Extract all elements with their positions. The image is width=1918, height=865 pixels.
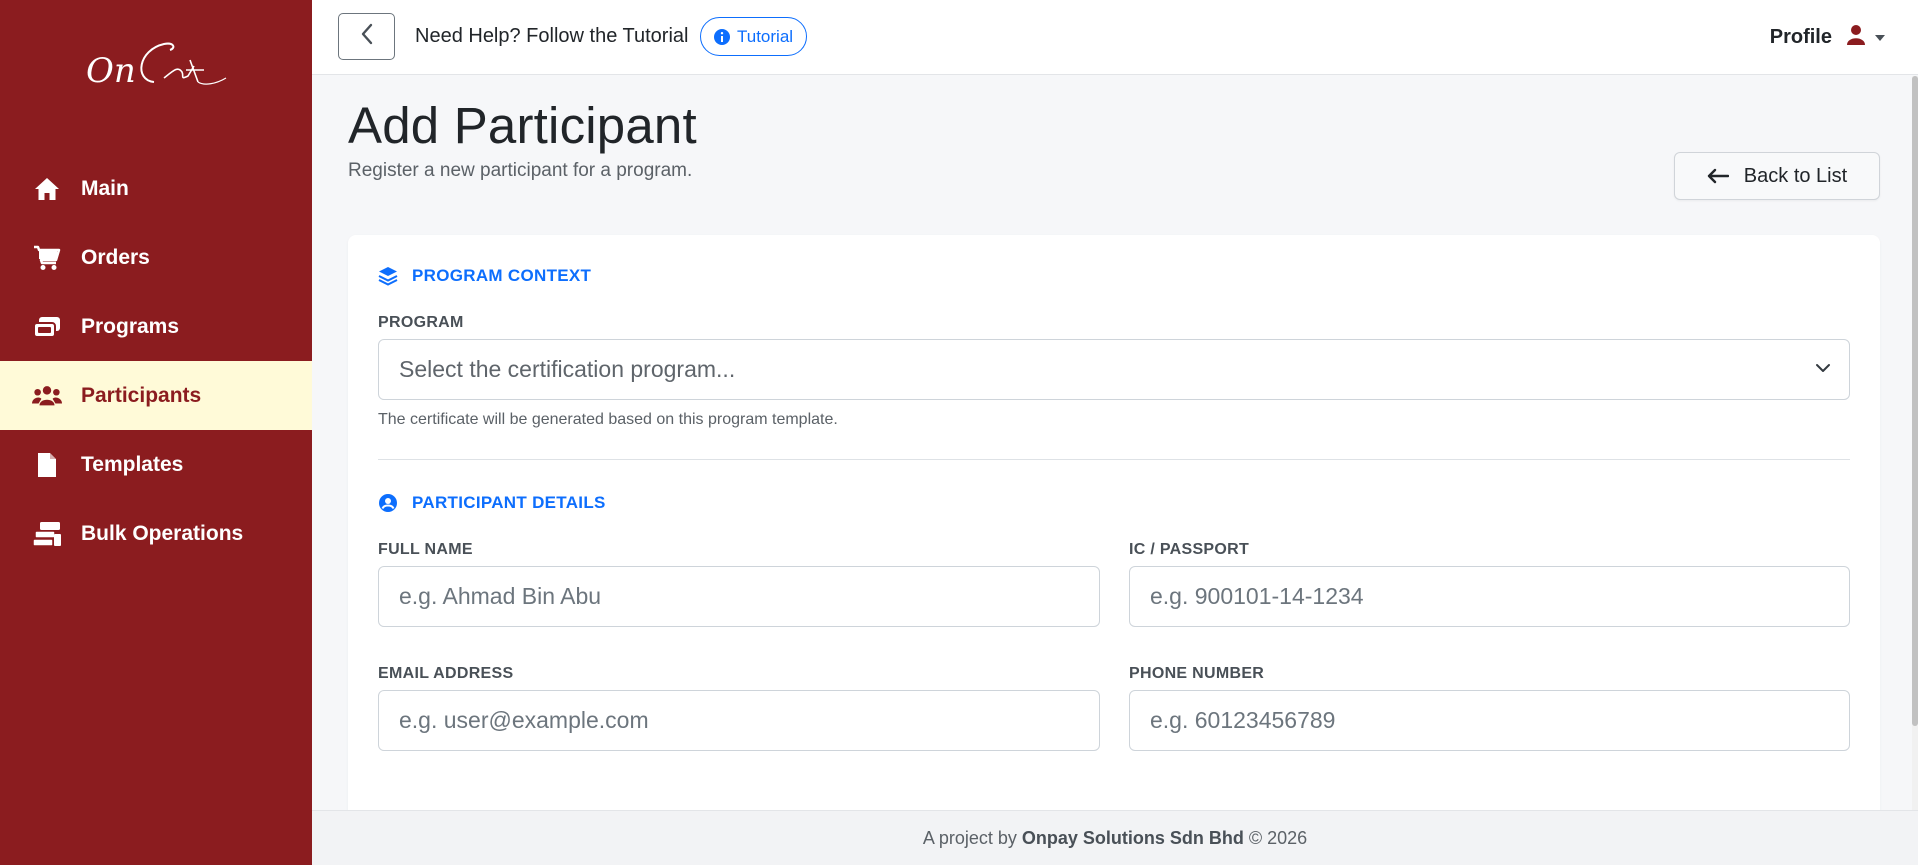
arrow-left-icon: [1707, 168, 1729, 184]
page-title: Add Participant: [348, 97, 697, 154]
participant-details-title: PARTICIPANT DETAILS: [412, 493, 606, 512]
ticket-icon: [32, 312, 62, 342]
program-context-title: PROGRAM CONTEXT: [412, 266, 592, 285]
phone-label: PHONE NUMBER: [1129, 665, 1265, 682]
sidebar-item-templates[interactable]: Templates: [0, 430, 312, 499]
program-help-text: The certificate will be generated based …: [378, 411, 838, 428]
chevron-left-icon: [360, 23, 374, 50]
top-bar: Need Help? Follow the Tutorial Tutorial …: [312, 0, 1918, 75]
tutorial-button[interactable]: Tutorial: [700, 17, 808, 56]
page-subtitle: Register a new participant for a program…: [348, 160, 693, 181]
full-name-input[interactable]: [378, 566, 1100, 627]
sidebar-item-label: Orders: [81, 245, 150, 269]
program-label: PROGRAM: [378, 314, 464, 331]
sidebar-item-orders[interactable]: Orders: [0, 223, 312, 292]
sidebar-nav: Main Orders Programs Participants Templa…: [0, 154, 312, 568]
back-to-list-label: Back to List: [1743, 164, 1848, 187]
scrollbar-thumb[interactable]: [1912, 76, 1918, 726]
sidebar-item-main[interactable]: Main: [0, 154, 312, 223]
participant-details-heading: PARTICIPANT DETAILS: [378, 493, 606, 513]
go-back-button[interactable]: [338, 13, 395, 60]
profile-label: Profile: [1769, 26, 1832, 48]
file-icon: [32, 450, 62, 480]
info-icon: [713, 28, 731, 46]
sidebar-item-label: Templates: [81, 452, 184, 476]
sidebar-item-label: Participants: [81, 383, 202, 407]
participant-form-card: PROGRAM CONTEXT PROGRAM Select the certi…: [348, 235, 1880, 835]
chevron-down-icon: [1815, 362, 1831, 374]
profile-menu[interactable]: Profile: [1770, 24, 1886, 51]
main-content: Add Participant Register a new participa…: [312, 76, 1912, 835]
user-icon: [1846, 24, 1866, 51]
caret-down-icon: [1874, 34, 1886, 42]
email-label: EMAIL ADDRESS: [378, 665, 514, 682]
back-to-list-button[interactable]: Back to List: [1674, 152, 1880, 200]
tutorial-label: Tutorial: [737, 26, 794, 46]
phone-input[interactable]: [1129, 690, 1850, 751]
section-divider: [378, 459, 1850, 460]
layers-icon: [378, 266, 398, 286]
sidebar-item-label: Main: [81, 176, 129, 200]
user-circle-icon: [378, 493, 398, 513]
svg-text:On: On: [86, 51, 136, 91]
users-icon: [32, 381, 62, 411]
email-input[interactable]: [378, 690, 1100, 751]
program-select[interactable]: Select the certification program...: [378, 339, 1850, 400]
page-scrollbar[interactable]: [1912, 76, 1918, 810]
sidebar: On Main Orders Programs Participants Tem…: [0, 0, 312, 865]
ic-passport-input[interactable]: [1129, 566, 1850, 627]
logo-swash-icon: On: [86, 42, 227, 91]
help-text: Need Help? Follow the Tutorial: [415, 25, 689, 47]
sidebar-item-bulk-operations[interactable]: Bulk Operations: [0, 499, 312, 568]
oncert-logo[interactable]: On: [86, 30, 227, 100]
sidebar-item-label: Programs: [81, 314, 180, 338]
page-footer: A project by Onpay Solutions Sdn Bhd © 2…: [312, 810, 1918, 865]
sidebar-item-programs[interactable]: Programs: [0, 292, 312, 361]
stack-icon: [32, 519, 62, 549]
footer-company: Onpay Solutions Sdn Bhd: [1021, 827, 1244, 848]
cart-icon: [32, 243, 62, 273]
sidebar-item-participants[interactable]: Participants: [0, 361, 312, 430]
footer-copyright: © 2026: [1248, 827, 1308, 848]
footer-prefix: A project by: [922, 827, 1017, 848]
full-name-label: FULL NAME: [378, 541, 473, 558]
sidebar-item-label: Bulk Operations: [81, 521, 244, 545]
program-context-heading: PROGRAM CONTEXT: [378, 266, 591, 286]
program-select-placeholder: Select the certification program...: [399, 356, 736, 382]
home-icon: [32, 174, 62, 204]
ic-passport-label: IC / PASSPORT: [1129, 541, 1250, 558]
